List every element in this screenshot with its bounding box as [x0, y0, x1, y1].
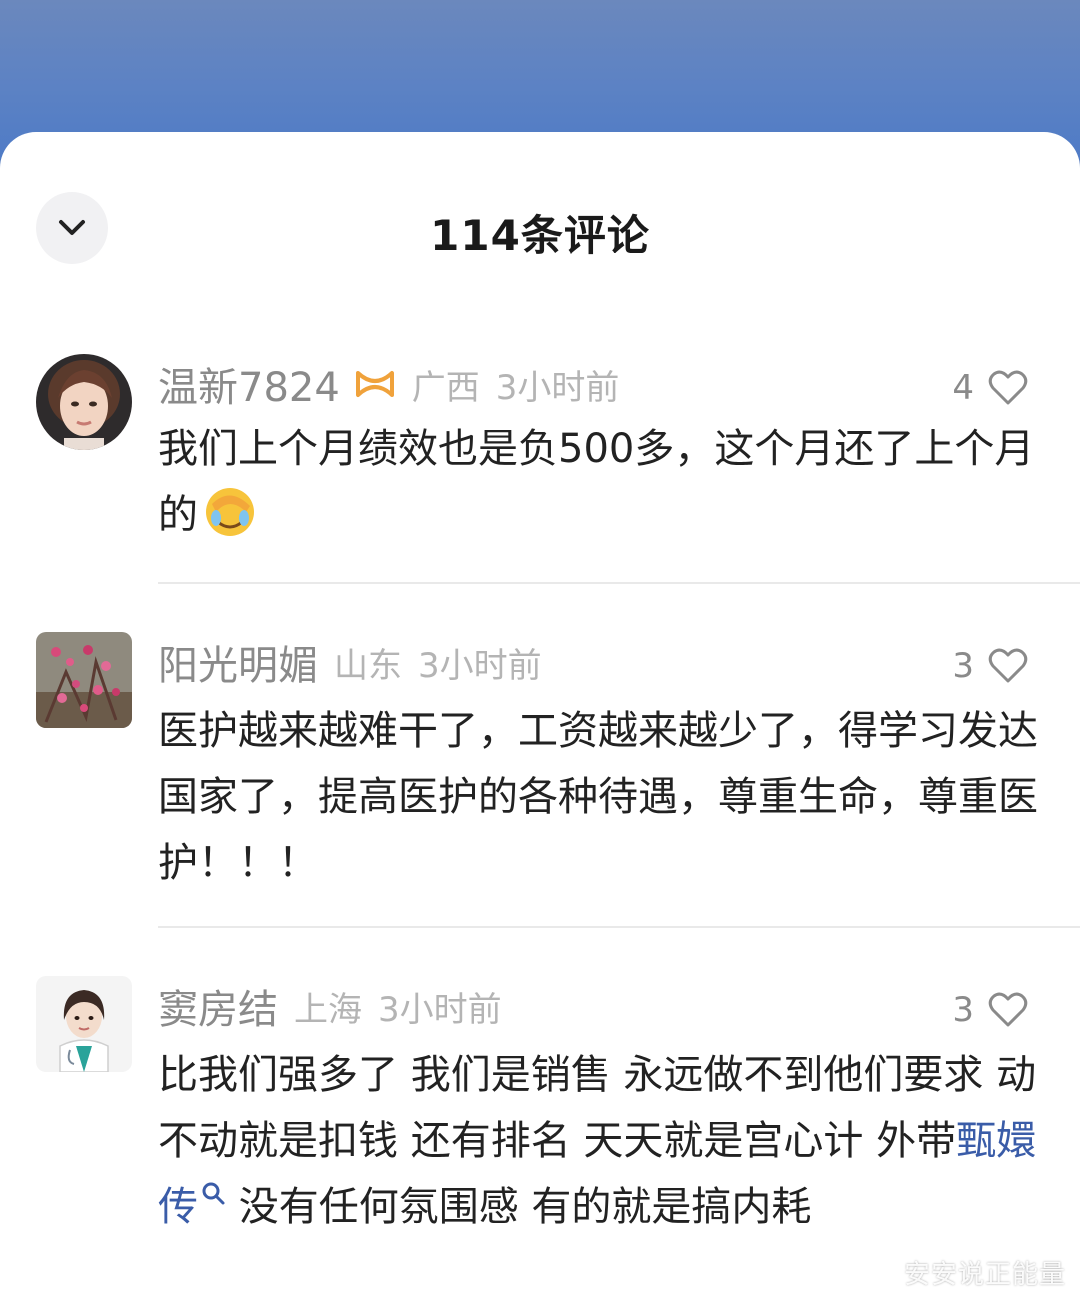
comment-item: 温新7824 广西 3小时前 4 我们上个月绩效也是负500多，这个月还了上个月… — [0, 354, 1080, 584]
location: 山东 — [334, 645, 402, 686]
username[interactable]: 阳光明媚 — [158, 633, 318, 691]
timestamp: 3小时前 — [495, 367, 620, 408]
avatar[interactable] — [36, 976, 132, 1072]
comments-count-title: 114条评论 — [430, 211, 650, 260]
like-button[interactable]: 4 — [952, 364, 1028, 412]
watermark: 安安说正能量 — [903, 1260, 1066, 1290]
timestamp: 3小时前 — [378, 989, 502, 1030]
divider — [158, 582, 1080, 584]
comment-meta: 温新7824 广西 3小时前 — [158, 356, 619, 412]
like-count: 4 — [952, 368, 974, 408]
divider — [158, 926, 1080, 928]
heart-outline-icon — [988, 370, 1028, 405]
fan-badge-icon — [354, 367, 396, 401]
avatar[interactable] — [36, 632, 132, 728]
location: 上海 — [294, 989, 362, 1030]
comment-meta: 阳光明媚 山东 3小时前 — [158, 634, 542, 690]
search-icon[interactable] — [200, 1180, 226, 1206]
like-count: 3 — [952, 990, 974, 1030]
like-count: 3 — [952, 646, 974, 686]
avatar[interactable] — [36, 354, 132, 450]
heart-outline-icon — [988, 648, 1028, 683]
heart-outline-icon — [988, 992, 1028, 1027]
location: 广西 — [411, 367, 480, 408]
facepalm-emoji-icon — [202, 482, 258, 558]
comment-text: 比我们强多了 我们是销售 永远做不到他们要求 动不动就是扣钱 还有排名 天天就是… — [158, 1052, 1037, 1230]
timestamp: 3小时前 — [418, 645, 542, 686]
comment-item: 阳光明媚 山东 3小时前 3 医护越来越难干了，工资越来越少了，得学习发达国家了… — [0, 632, 1080, 932]
comment-text: 医护越来越难干了，工资越来越少了，得学习发达国家了，提高医护的各种待遇，尊重生命… — [158, 708, 1038, 886]
like-button[interactable]: 3 — [952, 642, 1028, 690]
username[interactable]: 温新7824 — [158, 355, 340, 413]
comment-text: 我们上个月绩效也是负500多，这个月还了上个月的 — [158, 416, 1038, 558]
comment-meta: 窦房结 上海 3小时前 — [158, 978, 502, 1034]
comments-sheet: 114条评论 温新7824 广西 3小时前 4 我们上个月绩效也是负500多，这… — [0, 132, 1080, 1305]
username[interactable]: 窦房结 — [158, 977, 278, 1035]
like-button[interactable]: 3 — [952, 986, 1028, 1034]
